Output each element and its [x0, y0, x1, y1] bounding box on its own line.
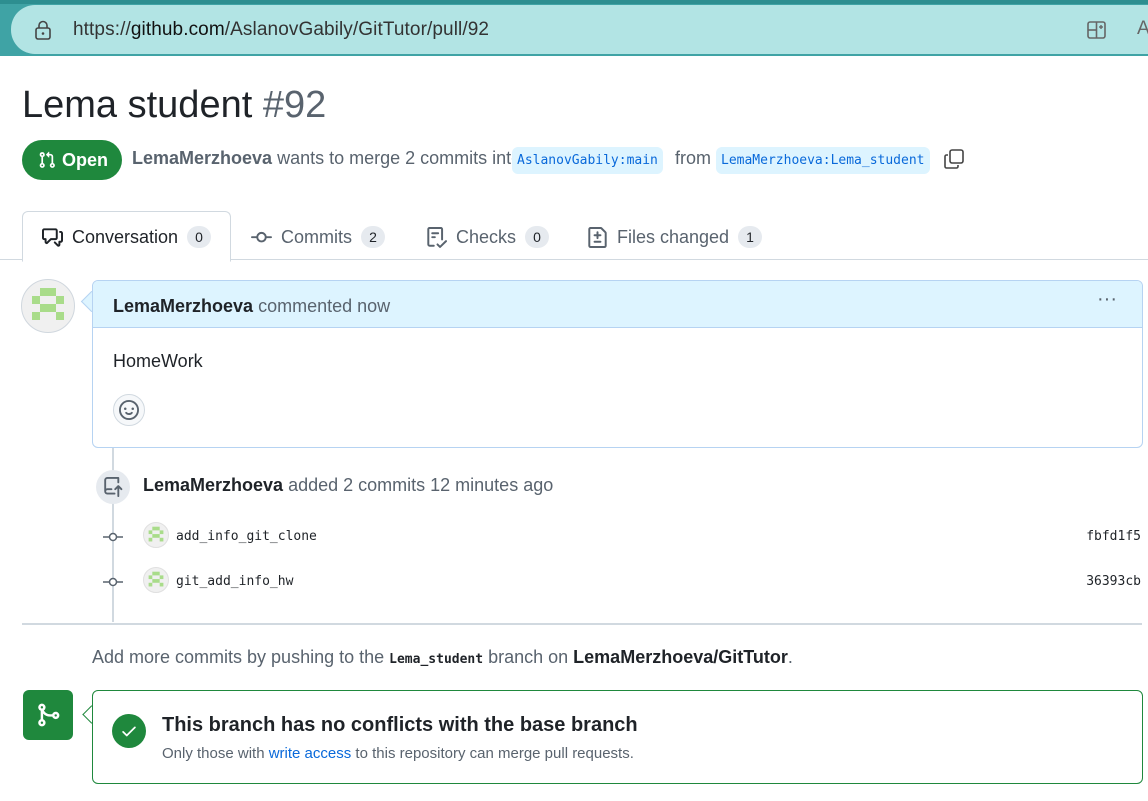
push-hint: Add more commits by pushing to the Lema_… — [92, 647, 793, 668]
split-screen-icon[interactable] — [1086, 20, 1108, 40]
pr-author-link[interactable]: LemaMerzhoeva — [132, 148, 272, 168]
state-badge: Open — [22, 140, 122, 180]
push-hint-branch: Lema_student — [389, 652, 484, 667]
event-author-link[interactable]: LemaMerzhoeva — [143, 475, 283, 495]
checklist-icon — [427, 226, 447, 248]
write-access-link[interactable]: write access — [269, 745, 352, 762]
avatar[interactable] — [21, 279, 75, 333]
tab-commits-count: 2 — [361, 226, 385, 248]
commit-dot-icon — [103, 577, 123, 587]
tab-files-changed-count: 1 — [738, 226, 763, 248]
tab-conversation-count: 0 — [187, 226, 212, 248]
git-merge-icon — [38, 703, 60, 727]
merge-sub-suffix: to this repository can merge pull reques… — [355, 745, 634, 762]
push-hint-prefix: Add more commits by pushing to the — [92, 647, 385, 667]
tab-files-changed[interactable]: Files changed 1 — [587, 225, 763, 249]
tab-files-changed-label: Files changed — [617, 226, 730, 247]
commit-author-avatar[interactable] — [143, 567, 169, 593]
identicon-icon — [32, 288, 64, 320]
base-branch-ref[interactable]: AslanovGabily:main — [512, 147, 663, 174]
comment-box: LemaMerzhoeva commented now ··· HomeWork — [92, 280, 1143, 448]
repo-push-event-icon — [96, 470, 130, 504]
merge-status-subtitle: Only those with write access to this rep… — [162, 745, 634, 762]
copy-icon[interactable] — [943, 148, 965, 170]
tab-checks-label: Checks — [456, 226, 517, 247]
merge-sub-prefix: Only those with — [162, 745, 265, 762]
pull-request-icon — [39, 151, 55, 168]
commit-message-link[interactable]: git_add_info_hw — [176, 574, 293, 589]
head-branch-ref[interactable]: LemaMerzhoeva:Lema_student — [716, 147, 930, 174]
browser-tab-strip-edge — [0, 0, 1148, 4]
push-hint-middle: branch on — [488, 647, 569, 667]
add-reaction-button[interactable] — [113, 394, 145, 426]
timeline-divider — [22, 623, 1142, 625]
merge-status-title: This branch has no conflicts with the ba… — [162, 714, 638, 736]
url-text[interactable]: https://github.com/AslanovGabily/GitTuto… — [73, 19, 489, 41]
commit-icon — [251, 231, 272, 242]
read-aloud-icon[interactable]: A — [1137, 18, 1148, 40]
comment-header: LemaMerzhoeva commented now ··· — [93, 281, 1142, 328]
tab-commits-label: Commits — [281, 226, 352, 247]
file-diff-icon — [588, 226, 607, 248]
commit-message-link[interactable]: add_info_git_clone — [176, 529, 317, 544]
pr-number: #92 — [262, 84, 327, 126]
url-host: github.com — [130, 19, 225, 40]
state-label: Open — [62, 149, 109, 170]
tab-checks[interactable]: Checks 0 — [426, 225, 550, 249]
commit-author-avatar[interactable] — [143, 522, 169, 548]
browser-toolbar: https://github.com/AslanovGabily/GitTuto… — [0, 0, 1148, 56]
page-title: Lema student #92 — [22, 84, 326, 127]
comment-body: HomeWork — [113, 351, 203, 371]
check-circle-icon — [112, 714, 146, 748]
merge-status-icon-box — [23, 690, 73, 740]
push-hint-repo-link[interactable]: LemaMerzhoeva/GitTutor — [573, 647, 788, 667]
identicon-icon — [148, 571, 164, 587]
identicon-icon — [148, 526, 164, 542]
repo-push-icon — [104, 477, 123, 497]
smiley-icon — [119, 400, 139, 420]
commit-dot-icon — [103, 532, 123, 542]
push-hint-suffix: . — [787, 647, 793, 667]
commit-sha-link[interactable]: fbfd1f5 — [1086, 529, 1141, 544]
comment-header-text: LemaMerzhoeva commented now — [113, 296, 390, 317]
merge-status-box: This branch has no conflicts with the ba… — [92, 690, 1143, 784]
comment-author-link[interactable]: LemaMerzhoeva — [113, 296, 253, 316]
conversation-icon — [42, 227, 63, 247]
from-word: from — [675, 148, 711, 168]
check-icon — [122, 726, 136, 737]
comment-action[interactable]: commented now — [258, 296, 390, 316]
kebab-menu-icon[interactable]: ··· — [1093, 289, 1121, 313]
tab-commits[interactable]: Commits 2 — [251, 225, 385, 249]
pr-meta: LemaMerzhoeva wants to merge 2 commits i… — [132, 148, 521, 169]
url-prefix: https:// — [73, 19, 131, 40]
merge-text: wants to merge 2 commits into — [277, 148, 522, 168]
commit-sha-link[interactable]: 36393cb — [1086, 574, 1141, 589]
event-description: added 2 commits 12 minutes ago — [288, 475, 554, 495]
tab-conversation[interactable]: Conversation 0 — [42, 225, 212, 249]
pr-title: Lema student — [22, 84, 253, 126]
url-path: /AslanovGabily/GitTutor/pull/92 — [224, 19, 490, 40]
tab-checks-count: 0 — [525, 226, 550, 248]
lock-icon[interactable] — [34, 20, 52, 40]
commits-event-text: LemaMerzhoeva added 2 commits 12 minutes… — [143, 475, 553, 496]
tab-conversation-label: Conversation — [72, 226, 179, 247]
